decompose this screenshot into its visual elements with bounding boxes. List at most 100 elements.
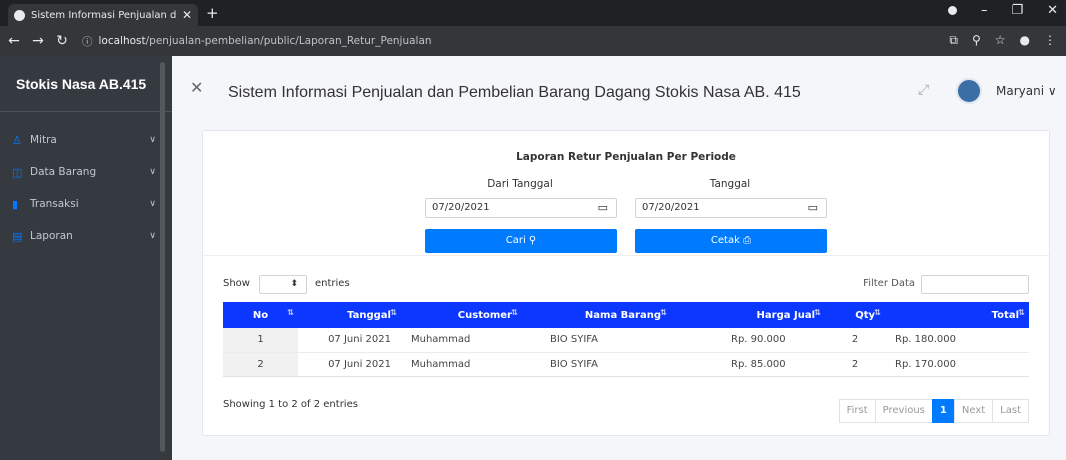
column-label: Customer: [457, 309, 512, 321]
search-button[interactable]: Cari ⚲: [425, 229, 617, 253]
cell-customer: Muhammad: [401, 352, 522, 377]
zoom-icon[interactable]: ⚲: [972, 33, 981, 48]
report-icon: ▤: [12, 229, 23, 243]
brand-title[interactable]: Stokis Nasa AB.415: [0, 56, 172, 112]
filter-label: Filter Data: [863, 278, 915, 289]
window-controls: – ❐ ✕: [947, 3, 1058, 18]
column-header-no[interactable]: No ⇅: [223, 302, 298, 328]
chevron-down-icon: ∨: [149, 231, 156, 241]
sort-icon: ⇅: [287, 308, 294, 317]
sort-icon: ⇅: [874, 308, 881, 317]
browser-tab[interactable]: Sistem Informasi Penjualan dan P ✕: [8, 4, 198, 26]
new-tab-icon[interactable]: +: [206, 4, 219, 22]
cell-nama-barang: BIO SYIFA: [522, 352, 671, 377]
column-header-qty[interactable]: Qty ⇅: [825, 302, 885, 328]
sidebar-item-label: Transaksi: [30, 198, 79, 210]
back-icon[interactable]: ←: [4, 33, 24, 49]
user-menu[interactable]: Maryani ∨: [996, 84, 1057, 98]
report-card: Laporan Retur Penjualan Per Periode Dari…: [202, 130, 1050, 436]
translate-icon[interactable]: ⧉: [949, 33, 958, 48]
chevron-down-icon: ∨: [149, 167, 156, 177]
filter-input[interactable]: [921, 275, 1029, 294]
sidebar-scrollbar[interactable]: [160, 62, 165, 452]
to-date-value: 07/20/2021: [642, 202, 700, 213]
page-last-button[interactable]: Last: [992, 399, 1029, 423]
table-info: Showing 1 to 2 of 2 entries: [223, 399, 358, 410]
minimize-icon[interactable]: –: [981, 3, 988, 18]
column-header-harga-jual[interactable]: Harga Jual ⇅: [671, 302, 825, 328]
globe-icon: [14, 9, 25, 21]
cell-total: Rp. 180.000: [885, 328, 1029, 353]
page-previous-button[interactable]: Previous: [874, 399, 933, 423]
calendar-icon[interactable]: ▭: [598, 201, 608, 214]
close-tab-icon[interactable]: ✕: [182, 8, 192, 22]
entries-select[interactable]: ⬍: [259, 275, 307, 294]
cell-nama-barang: BIO SYIFA: [522, 328, 671, 353]
sidebar-item-mitra[interactable]: ♙ Mitra ∨: [0, 124, 172, 156]
to-date-input[interactable]: 07/20/2021 ▭: [635, 198, 827, 218]
from-date-input[interactable]: 07/20/2021 ▭: [425, 198, 617, 218]
reload-icon[interactable]: ↻: [52, 33, 72, 49]
page-title: Sistem Informasi Penjualan dan Pembelian…: [228, 84, 801, 101]
printer-icon: ⎙: [743, 235, 752, 246]
sidebar-item-label: Laporan: [30, 230, 73, 242]
search-icon: ⚲: [528, 235, 537, 246]
forward-icon[interactable]: →: [28, 33, 48, 49]
sort-icon: ⇅: [814, 308, 821, 317]
page-1-button[interactable]: 1: [931, 399, 955, 423]
address-bar: ← → ↻ ⓘ localhost/penjualan-pembelian/pu…: [0, 26, 1066, 56]
report-title: Laporan Retur Penjualan Per Periode: [516, 151, 736, 163]
column-header-nama-barang[interactable]: Nama Barang ⇅: [522, 302, 671, 328]
calendar-icon[interactable]: ▭: [808, 201, 818, 214]
cell-total: Rp. 170.000: [885, 352, 1029, 377]
page-first-button[interactable]: First: [838, 399, 876, 423]
menu-dots-icon[interactable]: ⋮: [1044, 33, 1056, 48]
return-table: No ⇅ Tanggal ⇅ Customer ⇅ Nama Barang ⇅ Harg…: [223, 302, 1029, 377]
to-date-label: Tanggal: [709, 178, 751, 190]
column-label: No: [252, 309, 269, 321]
sidebar-item-label: Mitra: [30, 134, 57, 146]
column-header-customer[interactable]: Customer ⇅: [401, 302, 522, 328]
column-label: Total: [991, 309, 1019, 321]
table-row: 1 07 Juni 2021 Muhammad BIO SYIFA Rp. 90…: [223, 328, 1029, 353]
avatar[interactable]: [956, 78, 982, 104]
table-controls: Show ⬍ entries Filter Data: [223, 275, 1029, 295]
print-button[interactable]: Cetak ⎙: [635, 229, 827, 253]
column-header-tanggal[interactable]: Tanggal ⇅: [298, 302, 401, 328]
chevron-down-icon: ∨: [149, 199, 156, 209]
cell-qty: 2: [825, 328, 885, 353]
url-field[interactable]: ⓘ localhost/penjualan-pembelian/public/L…: [82, 34, 432, 49]
cell-no: 1: [223, 328, 298, 353]
sidebar-item-laporan[interactable]: ▤ Laporan ∨: [0, 220, 172, 252]
from-date-label: Dari Tanggal: [487, 178, 553, 190]
info-icon[interactable]: ⓘ: [82, 34, 93, 49]
select-arrow-icon: ⬍: [290, 279, 298, 289]
bookmark-star-icon[interactable]: ☆: [995, 33, 1006, 48]
sidebar: Stokis Nasa AB.415 ♙ Mitra ∨ ◫ Data Bara…: [0, 56, 172, 460]
close-window-icon[interactable]: ✕: [1047, 3, 1058, 18]
address-actions: ⧉ ⚲ ☆ ● ⋮: [949, 33, 1056, 48]
sidebar-item-data-barang[interactable]: ◫ Data Barang ∨: [0, 156, 172, 188]
sort-icon: ⇅: [1018, 308, 1025, 317]
close-icon[interactable]: ✕: [190, 78, 203, 97]
profile-dot-icon[interactable]: [947, 6, 957, 15]
cell-tanggal: 07 Juni 2021: [298, 328, 401, 353]
column-label: Qty: [855, 309, 875, 321]
chevron-down-icon: ∨: [1047, 84, 1057, 98]
table-header-row: No ⇅ Tanggal ⇅ Customer ⇅ Nama Barang ⇅ Harg…: [223, 302, 1029, 328]
sidebar-item-transaksi[interactable]: ▮ Transaksi ∨: [0, 188, 172, 220]
restore-icon[interactable]: ❐: [1011, 3, 1023, 18]
sort-icon: ⇅: [660, 308, 667, 317]
cell-qty: 2: [825, 352, 885, 377]
chevron-down-icon: ∨: [149, 135, 156, 145]
page-next-button[interactable]: Next: [953, 399, 994, 423]
fullscreen-icon[interactable]: ⤢: [918, 82, 929, 98]
cell-harga-jual: Rp. 90.000: [671, 328, 825, 353]
tab-title: Sistem Informasi Penjualan dan P: [31, 9, 176, 21]
url-path: /penjualan-pembelian/public/Laporan_Retu…: [145, 35, 432, 47]
cell-no: 2: [223, 352, 298, 377]
username: Maryani: [996, 84, 1045, 98]
account-icon[interactable]: ●: [1020, 33, 1030, 48]
column-header-total[interactable]: Total ⇅: [885, 302, 1029, 328]
chart-icon: ▮: [12, 197, 19, 211]
